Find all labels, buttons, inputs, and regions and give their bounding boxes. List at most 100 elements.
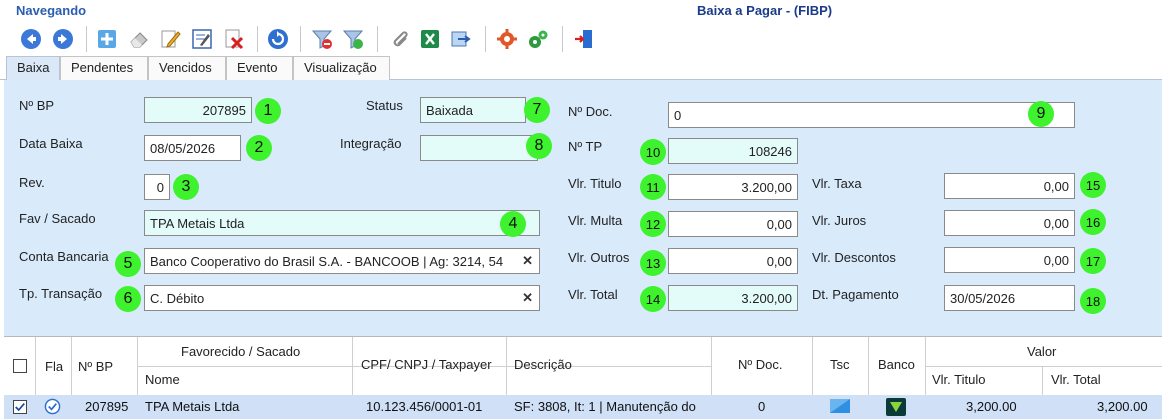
forward-button[interactable] [50, 26, 76, 52]
header-vlr-titulo[interactable]: Vlr. Titulo [932, 372, 985, 387]
plus-icon [98, 30, 116, 48]
cell-vlr-titulo: 3,200.00 [966, 399, 1017, 414]
flag-icon [44, 398, 61, 418]
vlr-descontos-field[interactable]: 0,00 [944, 247, 1075, 273]
header-vlr-total[interactable]: Vlr. Total [1051, 372, 1101, 387]
tab-visualizacao[interactable]: Visualização [293, 56, 390, 80]
vlr-outros-field[interactable]: 0,00 [668, 248, 798, 274]
fav-field[interactable]: TPA Metais Ltda [144, 210, 540, 236]
settings-button[interactable] [494, 26, 520, 52]
integracao-field[interactable] [420, 135, 538, 161]
clear-button[interactable] [126, 26, 152, 52]
cell-ndoc: 0 [758, 399, 766, 414]
dt-pagamento-label: Dt. Pagamento [812, 287, 899, 302]
excel-button[interactable] [417, 26, 443, 52]
row-checkbox[interactable] [13, 400, 27, 414]
refresh-icon [268, 29, 288, 49]
toolbar [0, 22, 1162, 56]
toolbar-separator [377, 26, 378, 52]
toolbar-separator [300, 26, 301, 52]
header-valor-group: Valor [1027, 344, 1057, 359]
vlr-juros-label: Vlr. Juros [812, 213, 867, 228]
header-ndoc[interactable]: Nº Doc. [738, 357, 782, 372]
conta-field[interactable]: Banco Cooperativo do Brasil S.A. - BANCO… [144, 248, 540, 274]
status-field[interactable]: Baixada [420, 97, 526, 123]
filter-remove-icon [311, 30, 333, 49]
ntp-field[interactable]: 108246 [668, 138, 798, 164]
tab-pendentes[interactable]: Pendentes [60, 56, 148, 80]
vlr-multa-label: Vlr. Multa [568, 213, 623, 228]
header-nome[interactable]: Nome [145, 372, 180, 387]
table-row[interactable]: 207895 TPA Metais Ltda 10.123.456/0001-0… [4, 395, 1162, 419]
badge-5: 5 [115, 251, 141, 277]
tp-transacao-label: Tp. Transação [19, 286, 103, 301]
vlr-taxa-field[interactable]: 0,00 [944, 173, 1075, 199]
tab-evento[interactable]: Evento [226, 56, 293, 80]
ndoc-field[interactable]: 0 [668, 102, 1075, 128]
filter-button[interactable] [340, 26, 366, 52]
delete-button[interactable] [221, 26, 247, 52]
cell-nbp: 207895 [85, 399, 129, 414]
nbp-field[interactable]: 207895 [144, 97, 252, 123]
check-icon [15, 403, 25, 412]
window-title: Baixa a Pagar - (FIBP) [697, 3, 833, 18]
clear-icon[interactable]: ✕ [522, 253, 533, 269]
refresh-button[interactable] [265, 26, 291, 52]
header-descricao[interactable]: Descrição [514, 357, 572, 372]
export-button[interactable] [448, 26, 474, 52]
vlr-juros-field[interactable]: 0,00 [944, 210, 1075, 236]
header-banco[interactable]: Banco [878, 357, 915, 372]
new-button[interactable] [94, 26, 120, 52]
edit-form-button[interactable] [189, 26, 215, 52]
filter-remove-button[interactable] [309, 26, 335, 52]
data-baixa-field[interactable]: 08/05/2026 [144, 135, 241, 161]
mode-label: Navegando [16, 3, 87, 18]
vlr-taxa-label: Vlr. Taxa [812, 176, 862, 191]
nbp-label: Nº BP [19, 98, 55, 113]
attach-button[interactable] [386, 26, 412, 52]
tab-vencidos[interactable]: Vencidos [148, 56, 226, 80]
vlr-total-field[interactable]: 3.200,00 [668, 285, 798, 311]
toolbar-separator [86, 26, 87, 52]
excel-icon [421, 30, 439, 48]
badge-16: 16 [1080, 209, 1106, 235]
back-button[interactable] [18, 26, 44, 52]
paperclip-icon [393, 31, 408, 47]
fav-value: TPA Metais Ltda [150, 215, 245, 231]
delete-doc-icon [225, 29, 244, 50]
rev-field[interactable]: 0 [144, 174, 170, 200]
cell-descricao: SF: 3808, It: 1 | Manutenção do [514, 399, 696, 414]
dt-pagamento-field[interactable]: 30/05/2026 [944, 285, 1075, 311]
badge-9: 9 [1028, 101, 1054, 127]
clear-icon[interactable]: ✕ [522, 290, 533, 306]
transaction-icon [829, 398, 851, 417]
vlr-titulo-field[interactable]: 3.200,00 [668, 174, 798, 200]
conta-label: Conta Bancaria [19, 249, 109, 264]
ntp-label: Nº TP [568, 139, 603, 154]
edit-button[interactable] [158, 26, 184, 52]
badge-7: 7 [524, 97, 550, 123]
header-tsc[interactable]: Tsc [830, 357, 850, 372]
tab-baixa[interactable]: Baixa [6, 56, 60, 81]
cell-vlr-total: 3,200.00 [1097, 399, 1148, 414]
arrow-left-icon [21, 29, 41, 49]
vlr-outros-label: Vlr. Outros [568, 250, 630, 265]
exit-door-icon [575, 30, 592, 48]
badge-10: 10 [640, 139, 666, 165]
actions-button[interactable] [525, 26, 551, 52]
grid-subheader-line [925, 366, 1162, 367]
header-cpf[interactable]: CPF/ CNPJ / Taxpayer [361, 357, 492, 372]
select-all-checkbox[interactable] [13, 359, 27, 373]
exit-button[interactable] [571, 26, 597, 52]
tp-transacao-field[interactable]: C. Débito ✕ [144, 285, 540, 311]
eraser-icon [130, 32, 148, 48]
badge-13: 13 [640, 250, 666, 276]
badge-18: 18 [1080, 288, 1106, 314]
baixa-form: Nº BP 207895 1 Data Baixa 08/05/2026 2 R… [4, 80, 1162, 336]
header-fla[interactable]: Fla [45, 359, 63, 374]
header-nbp[interactable]: Nº BP [78, 359, 113, 374]
results-grid: Fla Nº BP Favorecido / Sacado Nome CPF/ … [4, 336, 1162, 419]
badge-12: 12 [640, 211, 666, 237]
vlr-multa-field[interactable]: 0,00 [668, 211, 798, 237]
toolbar-separator [485, 26, 486, 52]
